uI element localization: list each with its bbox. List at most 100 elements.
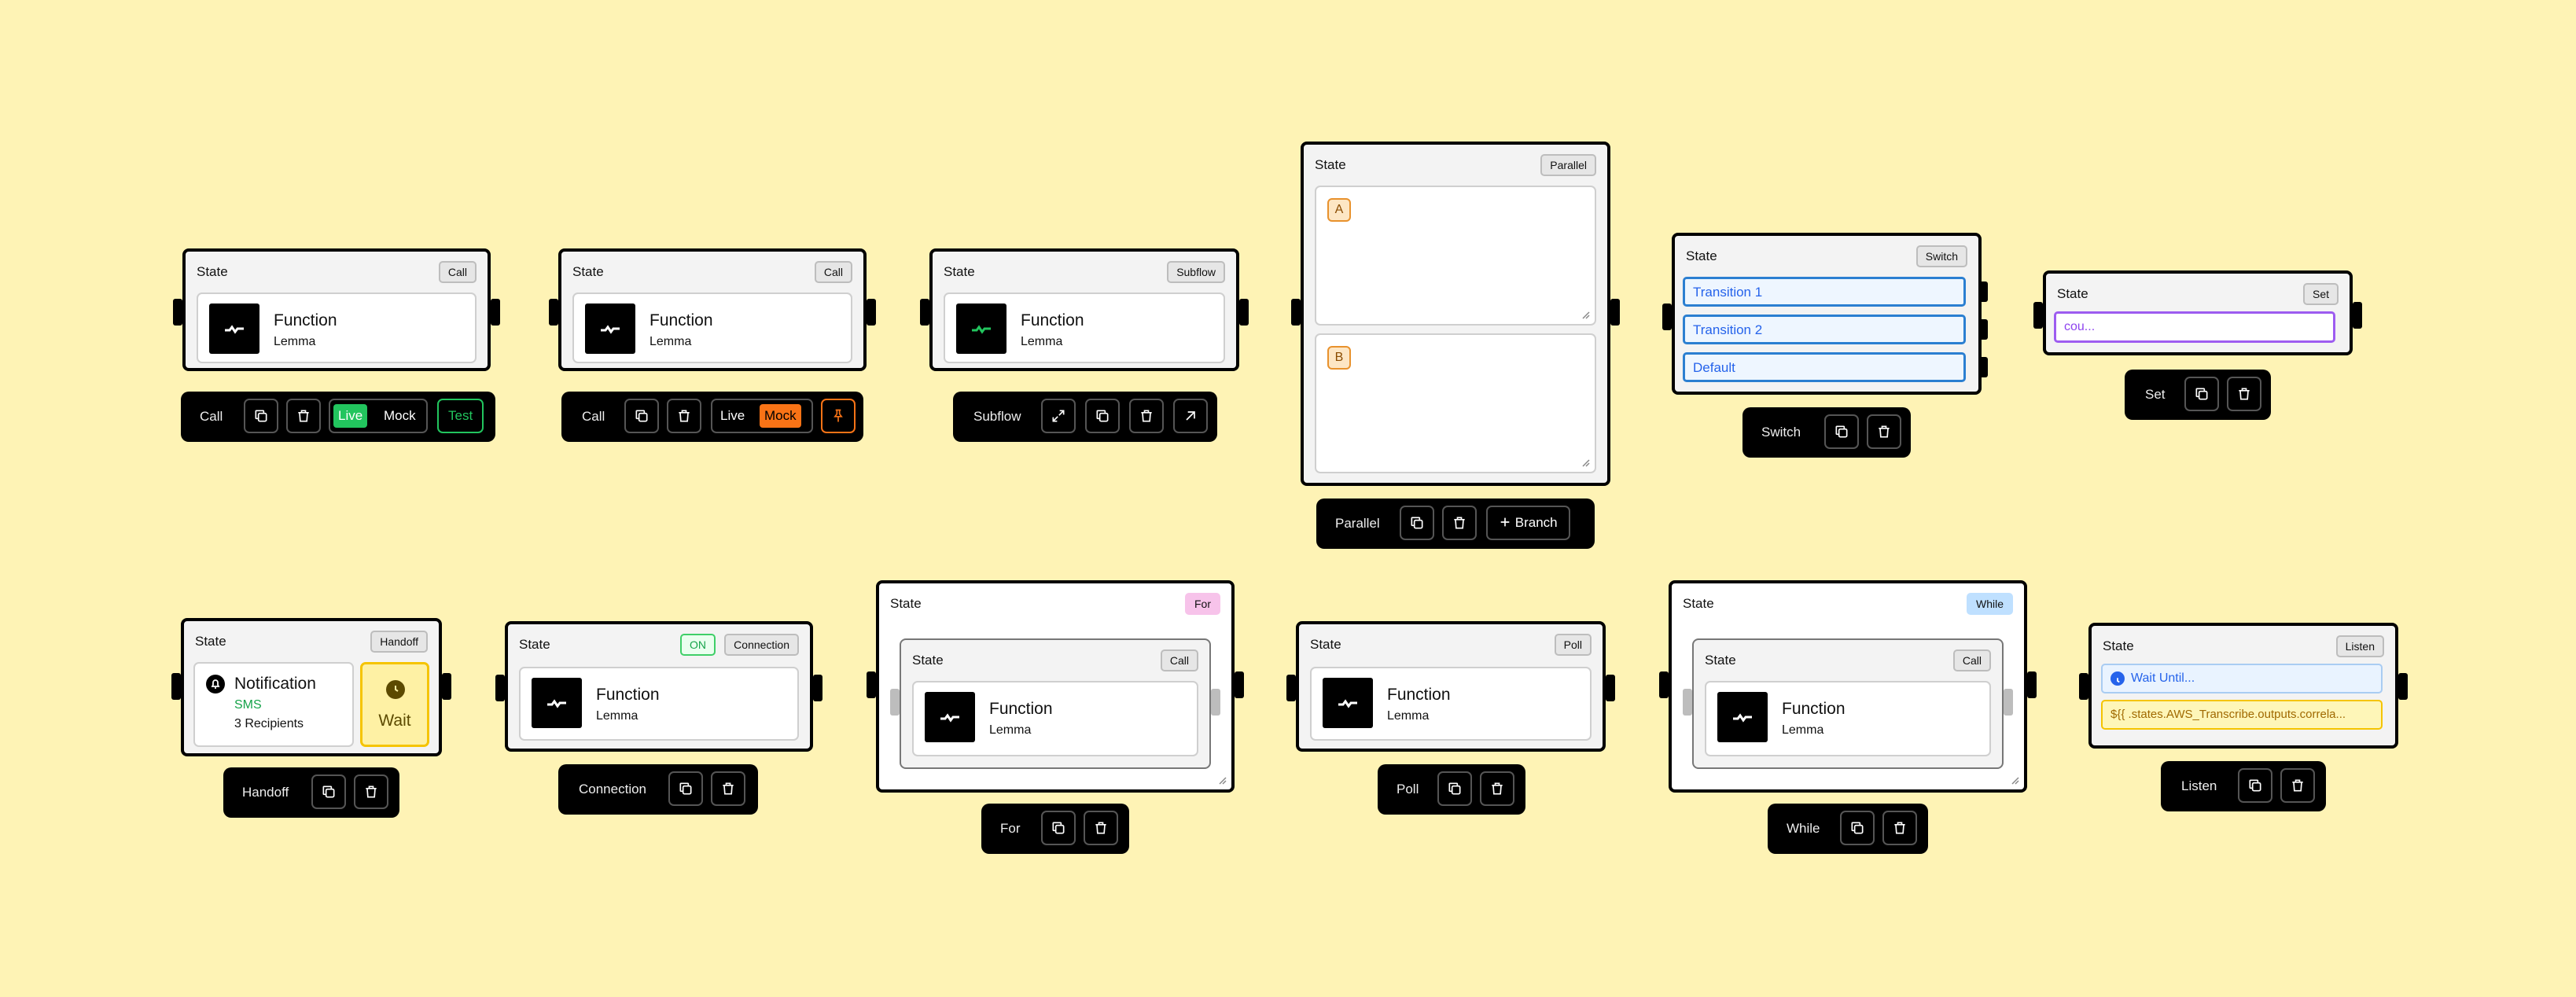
input-handle[interactable] [549,299,558,326]
delete-button[interactable] [286,399,321,433]
input-handle[interactable] [2079,673,2088,700]
transition-default[interactable]: Default [1683,352,1966,382]
poll-state-node[interactable]: State Poll Function Lemma [1286,621,1615,752]
function-card[interactable]: Function Lemma [1705,681,1991,756]
input-handle[interactable] [1662,304,1672,330]
handoff-state-node[interactable]: State Handoff Notification SMS 3 Recipie… [171,618,451,756]
inner-output-handle[interactable] [1211,689,1220,716]
resize-handle-icon[interactable] [2010,775,2019,785]
live-mock-toggle[interactable]: Live Mock [329,399,428,433]
inner-input-handle[interactable] [890,689,900,716]
input-handle[interactable] [920,299,929,326]
transition-1-handle[interactable] [1978,281,1988,302]
while-state-node[interactable]: State While State Call Function Lemma [1659,580,2037,793]
function-card[interactable]: Function Lemma [197,292,477,363]
live-option[interactable]: Live [716,404,749,428]
delete-button[interactable] [1129,399,1164,433]
function-card[interactable]: Function Lemma [912,681,1198,756]
input-handle[interactable] [2033,302,2043,329]
delete-button[interactable] [2280,768,2315,803]
duplicate-button[interactable] [1437,771,1472,806]
resize-handle-icon[interactable] [1581,458,1590,467]
listen-state-node[interactable]: State Listen Wait Until... ${{ .states.A… [2079,623,2408,749]
parallel-state-node[interactable]: State Parallel A B [1291,142,1620,486]
duplicate-button[interactable] [624,399,659,433]
wait-card[interactable]: Wait [360,662,429,747]
listen-expression-field[interactable]: ${{ .states.AWS_Transcribe.outputs.corre… [2101,700,2383,730]
open-subflow-button[interactable] [1173,399,1208,433]
input-handle[interactable] [1286,675,1296,701]
delete-button[interactable] [1442,506,1477,540]
resize-handle-icon[interactable] [1581,310,1590,319]
duplicate-button[interactable] [1840,811,1875,845]
branch-b-container[interactable]: B [1315,333,1596,473]
input-handle[interactable] [1291,299,1301,326]
live-mock-toggle[interactable]: Live Mock [711,399,813,433]
set-state-node[interactable]: State Set cou... [2033,270,2362,355]
duplicate-button[interactable] [244,399,278,433]
resize-handle-icon[interactable] [1217,775,1227,785]
transition-default-handle[interactable] [1978,357,1988,377]
output-handle[interactable] [2353,302,2362,329]
input-handle[interactable] [173,299,182,326]
inner-output-handle[interactable] [2004,689,2013,716]
output-handle[interactable] [1610,299,1620,326]
output-handle[interactable] [2398,673,2408,700]
duplicate-button[interactable] [1085,399,1120,433]
connection-state-node[interactable]: State ON Connection Function Lemma [495,621,822,752]
delete-button[interactable] [711,771,745,806]
output-handle[interactable] [867,299,876,326]
input-handle[interactable] [1659,671,1669,698]
delete-button[interactable] [1480,771,1514,806]
delete-button[interactable] [1882,811,1917,845]
output-handle[interactable] [491,299,500,326]
duplicate-button[interactable] [668,771,703,806]
mock-option[interactable]: Mock [379,404,421,428]
delete-button[interactable] [667,399,701,433]
live-option[interactable]: Live [333,404,368,428]
input-handle[interactable] [867,671,876,698]
transition-2[interactable]: Transition 2 [1683,315,1966,344]
transition-2-handle[interactable] [1978,319,1988,340]
wait-until-field[interactable]: Wait Until... [2101,664,2383,693]
call-state-node[interactable]: State Call Function Lemma [549,248,876,371]
expand-button[interactable] [1041,399,1076,433]
function-card[interactable]: Function Lemma [1310,667,1592,741]
delete-button[interactable] [354,774,388,809]
subflow-state-node[interactable]: State Subflow Function Lemma [920,248,1249,371]
inner-call-node[interactable]: State Call Function Lemma [890,638,1220,769]
call-state-node[interactable]: State Call Function Lemma [173,248,500,371]
output-handle[interactable] [813,675,822,701]
input-handle[interactable] [171,673,181,700]
mock-option[interactable]: Mock [760,404,801,428]
input-handle[interactable] [495,675,505,701]
notification-card[interactable]: Notification SMS 3 Recipients [193,662,354,747]
duplicate-button[interactable] [311,774,346,809]
duplicate-button[interactable] [2238,768,2272,803]
transition-1[interactable]: Transition 1 [1683,277,1966,307]
output-handle[interactable] [1239,299,1249,326]
duplicate-button[interactable] [1400,506,1434,540]
test-button[interactable]: Test [437,399,484,433]
duplicate-button[interactable] [1041,811,1076,845]
inner-call-node[interactable]: State Call Function Lemma [1683,638,2013,769]
function-card[interactable]: Function Lemma [519,667,799,741]
delete-button[interactable] [1867,414,1901,449]
for-state-node[interactable]: State For State Call Function Lemma [867,580,1244,793]
output-handle[interactable] [1235,671,1244,698]
pin-button[interactable] [821,399,856,433]
set-variable-field[interactable]: cou... [2054,311,2335,343]
delete-button[interactable] [2227,377,2261,411]
delete-button[interactable] [1084,811,1118,845]
output-handle[interactable] [1606,675,1615,701]
output-handle[interactable] [2027,671,2037,698]
switch-state-node[interactable]: State Switch Transition 1 Transition 2 D… [1662,233,1988,395]
duplicate-button[interactable] [1824,414,1859,449]
add-branch-button[interactable]: Branch [1486,506,1570,540]
branch-a-container[interactable]: A [1315,186,1596,326]
inner-input-handle[interactable] [1683,689,1692,716]
output-handle[interactable] [442,673,451,700]
function-card[interactable]: Function Lemma [944,292,1225,363]
duplicate-button[interactable] [2184,377,2219,411]
function-card[interactable]: Function Lemma [572,292,852,363]
